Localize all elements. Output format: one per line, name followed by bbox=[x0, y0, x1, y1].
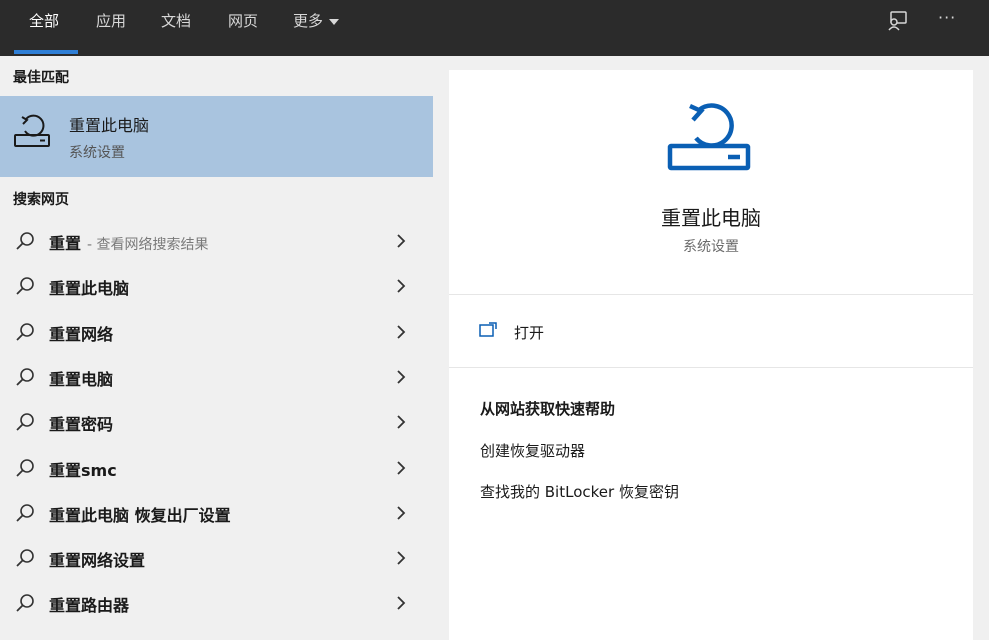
open-action[interactable]: 打开 bbox=[449, 310, 973, 352]
reset-pc-icon bbox=[14, 114, 50, 147]
tab-documents[interactable]: 文档 bbox=[161, 0, 191, 56]
search-result-label: 重置路由器 bbox=[49, 592, 129, 616]
divider bbox=[449, 367, 973, 368]
search-icon bbox=[16, 277, 34, 295]
more-options-icon[interactable]: ··· bbox=[938, 8, 956, 27]
open-label: 打开 bbox=[514, 324, 545, 342]
search-result-label: 重置此电脑 恢复出厂设置 bbox=[49, 502, 231, 526]
search-result-text: 重置网络 bbox=[49, 324, 114, 344]
best-match-heading: 最佳匹配 bbox=[13, 70, 69, 86]
chevron-right-icon[interactable] bbox=[394, 412, 408, 432]
search-result-text: 重置smc bbox=[49, 460, 117, 480]
search-result-text: 重置 bbox=[49, 234, 82, 253]
results-panel: 最佳匹配 重置此电脑 系统设置 搜索网页 重置 - 查看网络搜索结果 重置此电脑 重置… bbox=[0, 56, 433, 640]
search-result-label: 重置smc bbox=[49, 457, 117, 481]
help-link-bitlocker-key[interactable]: 查找我的 BitLocker 恢复密钥 bbox=[480, 481, 679, 502]
search-result-item[interactable]: 重置电脑 bbox=[0, 355, 433, 400]
search-filter-bar: 全部 应用 文档 网页 更多 ··· bbox=[0, 0, 989, 56]
tab-all[interactable]: 全部 bbox=[29, 0, 59, 56]
chevron-right-icon[interactable] bbox=[394, 367, 408, 387]
search-result-item[interactable]: 重置路由器 bbox=[0, 581, 433, 626]
help-link-recovery-drive[interactable]: 创建恢复驱动器 bbox=[480, 440, 585, 461]
chevron-down-icon bbox=[329, 18, 340, 25]
reset-pc-icon bbox=[667, 103, 751, 171]
feedback-icon[interactable] bbox=[886, 10, 908, 32]
active-tab-indicator bbox=[14, 50, 78, 54]
web-search-heading: 搜索网页 bbox=[13, 192, 69, 208]
search-result-item[interactable]: 重置网络设置 bbox=[0, 536, 433, 581]
search-icon bbox=[16, 594, 34, 613]
chevron-right-icon[interactable] bbox=[394, 503, 408, 523]
chevron-right-icon[interactable] bbox=[394, 276, 408, 296]
divider bbox=[449, 294, 973, 295]
search-result-item[interactable]: 重置此电脑 bbox=[0, 264, 433, 309]
search-result-label: 重置网络设置 bbox=[49, 547, 145, 571]
search-result-item[interactable]: 重置 - 查看网络搜索结果 bbox=[0, 219, 433, 264]
best-match-item[interactable]: 重置此电脑 系统设置 bbox=[0, 96, 433, 177]
search-result-text: 重置密码 bbox=[49, 415, 114, 435]
best-match-subtitle: 系统设置 bbox=[69, 145, 125, 161]
search-icon bbox=[16, 503, 34, 522]
search-result-label: 重置电脑 bbox=[49, 366, 113, 390]
chevron-right-icon[interactable] bbox=[394, 231, 408, 251]
preview-title: 重置此电脑 bbox=[661, 206, 761, 230]
open-window-icon bbox=[479, 322, 497, 337]
chevron-right-icon[interactable] bbox=[394, 593, 408, 613]
search-icon bbox=[16, 322, 34, 341]
search-result-text: 重置电脑 bbox=[49, 369, 114, 389]
search-result-text: 重置此电脑 恢复出厂设置 bbox=[49, 505, 231, 525]
search-result-item[interactable]: 重置smc bbox=[0, 446, 433, 491]
tab-more[interactable]: 更多 bbox=[293, 0, 340, 56]
search-result-label: 重置网络 bbox=[49, 321, 113, 345]
chevron-right-icon[interactable] bbox=[394, 548, 408, 568]
search-result-label: 重置密码 bbox=[49, 411, 113, 435]
search-icon bbox=[16, 458, 34, 477]
search-result-label: 重置此电脑 bbox=[49, 275, 129, 299]
preview-panel: 重置此电脑 系统设置 打开 从网站获取快速帮助 创建恢复驱动器 查找我的 Bit… bbox=[449, 70, 973, 640]
search-icon bbox=[16, 368, 34, 386]
chevron-right-icon[interactable] bbox=[394, 458, 408, 478]
search-result-item[interactable]: 重置密码 bbox=[0, 400, 433, 445]
search-result-label: 重置 - 查看网络搜索结果 bbox=[49, 230, 209, 254]
search-result-text: 重置此电脑 bbox=[49, 279, 130, 299]
tab-apps[interactable]: 应用 bbox=[96, 0, 126, 56]
preview-subtitle: 系统设置 bbox=[683, 239, 739, 255]
search-icon bbox=[16, 413, 34, 431]
search-result-text: 重置网络设置 bbox=[49, 551, 146, 571]
search-result-item[interactable]: 重置网络 bbox=[0, 310, 433, 355]
tab-more-label: 更多 bbox=[293, 12, 324, 30]
help-heading: 从网站获取快速帮助 bbox=[480, 400, 616, 418]
search-result-item[interactable]: 重置此电脑 恢复出厂设置 bbox=[0, 491, 433, 536]
search-icon bbox=[16, 232, 34, 250]
chevron-right-icon[interactable] bbox=[394, 322, 408, 342]
best-match-title: 重置此电脑 bbox=[69, 116, 150, 135]
search-result-text: 重置路由器 bbox=[49, 596, 130, 616]
tab-web[interactable]: 网页 bbox=[228, 0, 258, 56]
search-result-hint: - 查看网络搜索结果 bbox=[87, 237, 209, 253]
search-icon bbox=[16, 549, 34, 567]
